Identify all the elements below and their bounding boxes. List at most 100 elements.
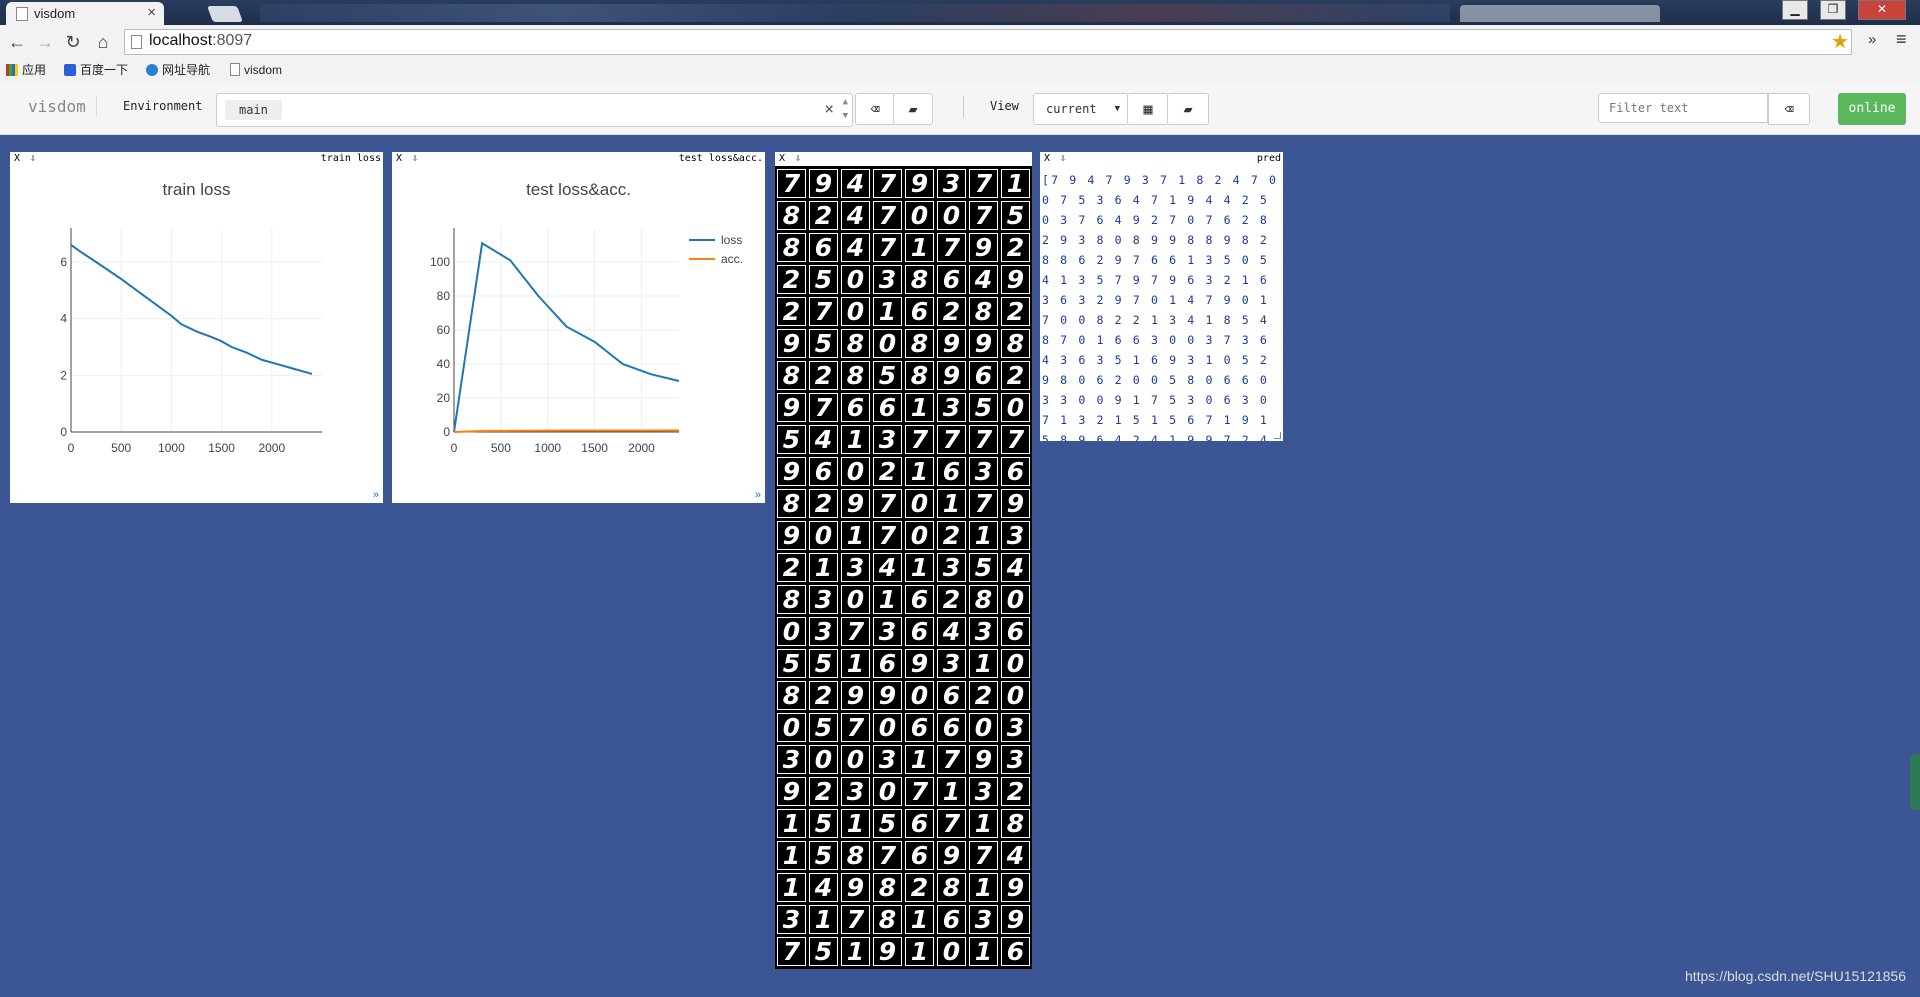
grid-layout-icon[interactable]: ▦ (1127, 93, 1169, 125)
digit-image: 8 (777, 585, 806, 614)
resize-handle-icon[interactable] (1274, 432, 1281, 439)
y-tick-label: 100 (430, 255, 450, 269)
series-line-loss (70, 244, 313, 375)
digit-image: 6 (905, 713, 934, 742)
plotly-modebar-icon[interactable]: » (755, 489, 761, 501)
digit-image: 7 (841, 617, 870, 646)
digit-image: 2 (809, 201, 838, 230)
digit-image: 6 (809, 233, 838, 262)
close-pane-icon[interactable]: X (779, 153, 785, 164)
digit-image: 0 (937, 201, 966, 230)
digit-image: 0 (905, 521, 934, 550)
download-icon[interactable]: ⇩ (795, 153, 801, 164)
digit-image: 9 (777, 457, 806, 486)
digit-image: 2 (809, 489, 838, 518)
back-arrow-icon[interactable]: ← (6, 31, 28, 53)
digit-image: 7 (873, 841, 902, 870)
digit-image: 3 (777, 905, 806, 934)
window-minimize-icon[interactable]: ▁ (1782, 0, 1808, 20)
digit-image: 2 (905, 873, 934, 902)
close-pane-icon[interactable]: X (1044, 153, 1050, 164)
digit-image: 1 (937, 489, 966, 518)
x-tick-label: 500 (111, 441, 131, 455)
digit-image: 8 (905, 361, 934, 390)
digit-image: 1 (905, 457, 934, 486)
clear-filter-button[interactable]: ⌫ (1768, 93, 1810, 125)
manage-view-folder-icon[interactable]: ▰ (1167, 93, 1209, 125)
digit-image: 1 (969, 649, 998, 678)
digit-image: 3 (873, 745, 902, 774)
tab-close-icon[interactable]: × (147, 4, 156, 21)
environment-select[interactable]: main × ▲ ▼ (216, 93, 853, 127)
new-tab-button[interactable] (207, 6, 243, 22)
digit-image: 7 (777, 169, 806, 198)
digit-image: 1 (841, 649, 870, 678)
clear-icon[interactable]: × (824, 99, 834, 118)
digit-image: 0 (777, 617, 806, 646)
digit-image: 8 (777, 361, 806, 390)
digit-image: 3 (777, 745, 806, 774)
clear-environment-button[interactable]: ⌫ (855, 93, 895, 125)
url-port: :8097 (212, 32, 253, 49)
digit-image: 7 (841, 905, 870, 934)
pane-train-loss[interactable]: X ⇩ train loss train loss 0 500 1000 1500 20… (10, 152, 383, 503)
test-loss-acc-chart[interactable]: 0 500 1000 1500 2000 0 20 40 60 80 100 loss acc. (392, 152, 765, 503)
online-status-button[interactable]: online (1838, 93, 1906, 125)
digit-image: 0 (841, 265, 870, 294)
train-loss-chart[interactable]: 0 500 1000 1500 2000 0 2 4 6 (10, 152, 383, 503)
digit-image: 9 (1001, 265, 1030, 294)
pane-images[interactable]: X ⇩ 794793718247007586471792250386492701… (775, 152, 1032, 969)
browser-menu-icon[interactable]: ≡ (1896, 29, 1907, 50)
manage-environment-folder-icon[interactable]: ▰ (893, 93, 933, 125)
view-value: current (1046, 102, 1097, 116)
digit-image: 8 (841, 841, 870, 870)
x-tick-label: 1000 (534, 441, 561, 455)
download-icon[interactable]: ⇩ (1060, 153, 1066, 164)
digit-image: 6 (1001, 457, 1030, 486)
digit-image: 9 (1001, 489, 1030, 518)
plotly-modebar-icon[interactable]: » (373, 489, 379, 501)
home-icon[interactable]: ⌂ (92, 31, 114, 53)
digit-image: 2 (937, 585, 966, 614)
bookmark-nav[interactable]: 网址导航 (146, 62, 210, 78)
browser-tab-visdom[interactable]: visdom × (6, 2, 164, 25)
window-close-icon[interactable]: ✕ (1858, 0, 1906, 20)
pane-pred[interactable]: X ⇩ pred [7 9 4 7 9 3 7 1 8 2 4 7 0 0 7 … (1040, 152, 1283, 441)
digit-image: 1 (841, 425, 870, 454)
y-tick-label: 20 (437, 391, 451, 405)
digit-image: 2 (1001, 297, 1030, 326)
digit-image: 3 (937, 393, 966, 422)
digit-image: 7 (1001, 425, 1030, 454)
pane-test-loss-acc[interactable]: X ⇩ test loss&acc. test loss&acc. 0 500 10… (392, 152, 765, 503)
address-bar[interactable]: localhost:8097 ★ (124, 29, 1852, 55)
digit-image: 8 (841, 329, 870, 358)
digit-image: 0 (873, 713, 902, 742)
reload-icon[interactable]: ↻ (62, 31, 84, 53)
filter-text-input[interactable] (1598, 93, 1768, 123)
view-select[interactable]: current ▼ (1033, 93, 1129, 125)
digit-image: 1 (969, 873, 998, 902)
digit-image: 0 (905, 681, 934, 710)
y-tick-label: 4 (60, 312, 67, 326)
bookmark-star-icon[interactable]: ★ (1831, 29, 1849, 54)
background-tab[interactable] (1460, 5, 1660, 22)
digit-image: 3 (841, 553, 870, 582)
digit-image: 6 (905, 297, 934, 326)
bookmark-baidu[interactable]: 百度一下 (64, 62, 128, 78)
window-restore-icon[interactable]: ❐ (1820, 0, 1846, 20)
digit-image: 5 (969, 553, 998, 582)
digit-image: 2 (777, 553, 806, 582)
side-drawer-handle[interactable] (1910, 754, 1920, 810)
digit-image: 1 (969, 521, 998, 550)
digit-image: 6 (905, 809, 934, 838)
environment-chip[interactable]: main (225, 100, 282, 120)
extensions-overflow-icon[interactable]: » (1868, 31, 1876, 48)
digit-image: 6 (937, 713, 966, 742)
forward-arrow-icon[interactable]: → (34, 31, 56, 53)
bookmark-apps[interactable]: 应用 (6, 62, 46, 78)
spinner-icon[interactable]: ▲ ▼ (843, 95, 848, 123)
bookmark-visdom[interactable]: visdom (230, 62, 282, 78)
digit-image: 1 (809, 905, 838, 934)
digit-image: 6 (937, 681, 966, 710)
digit-image: 0 (969, 713, 998, 742)
